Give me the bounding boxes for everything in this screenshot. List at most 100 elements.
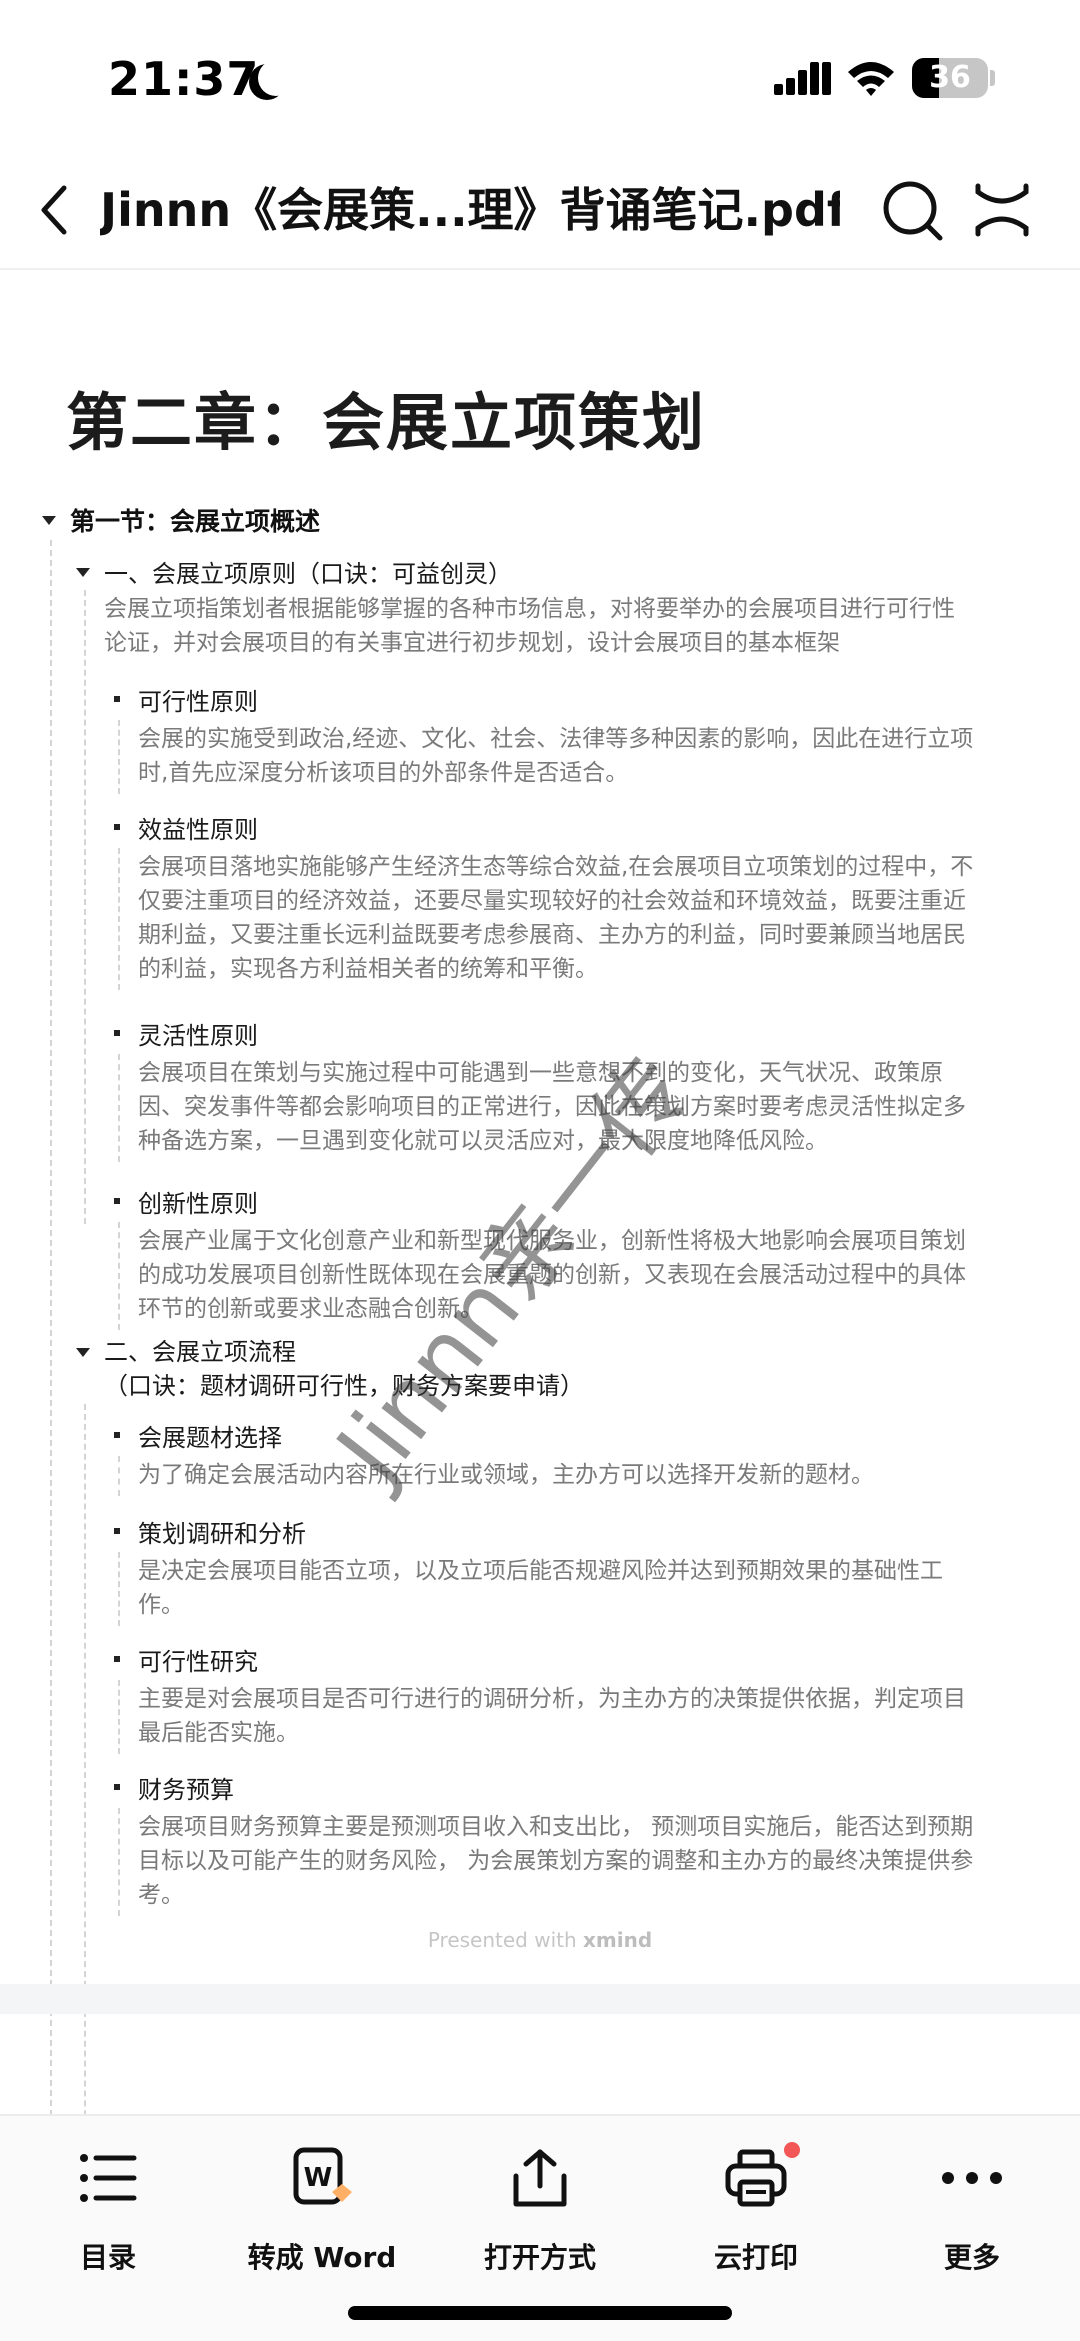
toc-button[interactable]: 目录 (18, 2136, 198, 2286)
topic-body: 会展项目财务预算主要是预测项目收入和支出比， 预测项目实施后，能否达到预期 目标以… (138, 1810, 973, 1912)
nav-bar: Jinnn《会展策...理》背诵笔记.pdf (0, 150, 1080, 270)
cloud-print-button[interactable]: 云打印 (666, 2136, 846, 2286)
desc-line: 论证，并对会展项目的有关事宜进行初步规划，设计会展项目的基本框架 (104, 630, 840, 656)
wifi-icon (848, 62, 894, 96)
bullet-marker (114, 824, 120, 830)
battery-tip (990, 70, 995, 86)
expand-icon[interactable] (972, 180, 1032, 240)
topic-title[interactable]: 可行性研究 (138, 1642, 258, 1677)
topic-body-line: 最后能否实施。 (138, 1720, 299, 1746)
topic-body-line: 会展项目在策划与实施过程中可能遇到一些意想不到的变化，天气状况、政策原 (138, 1060, 943, 1086)
share-icon (513, 2149, 567, 2207)
topic-body-line: 时,首先应深度分析该项目的外部条件是否适合。 (138, 760, 629, 786)
topic-body-line: 种备选方案，一旦遇到变化就可以灵活应对，最大限度地降低风险。 (138, 1128, 828, 1154)
topic-body-line: 作。 (138, 1592, 184, 1618)
bullet-marker (114, 1432, 120, 1438)
topic-body-line: 环节的创新或要求业态融合创新。 (138, 1296, 483, 1322)
tree-guide-line (118, 1222, 120, 1330)
topic-body-line: 目标以及可能产生的财务风险， 为会展策划方案的调整和主办方的最终决策提供参 (138, 1848, 974, 1874)
battery-level: 36 (929, 60, 971, 95)
tree-guide-line (118, 720, 120, 794)
topic-body-line: 为了确定会展活动内容所在行业或领域，主办方可以选择开发新的题材。 (138, 1462, 874, 1488)
tool-label: 转成 Word (247, 2241, 397, 2274)
topic-title[interactable]: 策划调研和分析 (138, 1514, 306, 1549)
topic-title[interactable]: 创新性原则 (138, 1184, 258, 1219)
notification-dot (784, 2142, 800, 2158)
topic-body: 会展的实施受到政治,经迹、文化、社会、法律等多种因素的影响，因此在进行立项 时,首… (138, 722, 973, 790)
bullet-marker (114, 1528, 120, 1534)
topic-body-line: 仅要注重项目的经济效益，还要尽量实现较好的社会效益和环境效益，既要注重近 (138, 888, 966, 914)
topic-body-line: 会展项目财务预算主要是预测项目收入和支出比， 预测项目实施后，能否达到预期 (138, 1814, 974, 1840)
more-button[interactable]: 更多 (882, 2136, 1062, 2286)
more-icon (942, 2172, 1002, 2184)
tree-guide-line (118, 1054, 120, 1162)
tool-label: 更多 (943, 2241, 1000, 2274)
topic-body: 为了确定会展活动内容所在行业或领域，主办方可以选择开发新的题材。 (138, 1458, 874, 1492)
word-convert-icon: W (293, 2147, 352, 2205)
topic-body-line: 因、突发事件等都会影响项目的正常进行，因此在策划方案时要考虑灵活性拟定多 (138, 1094, 966, 1120)
tool-label: 云打印 (713, 2241, 798, 2274)
bullet-marker (114, 1784, 120, 1790)
collapse-triangle-icon[interactable] (42, 516, 56, 525)
subsection-title-line2: （口诀：题材调研可行性，财务方案要申请） (104, 1372, 584, 1400)
list-icon (80, 2154, 137, 2202)
topic-body-line: 会展项目落地实施能够产生经济生态等综合效益,在会展项目立项策划的过程中，不 (138, 854, 974, 880)
desc-line: 会展立项指策划者根据能够掌握的各种市场信息，对将要举办的会展项目进行可行性 (104, 596, 955, 622)
status-bar: 21:37 36 (0, 0, 1080, 150)
page-divider (0, 1984, 1080, 2014)
printer-icon (725, 2149, 787, 2207)
back-icon[interactable] (34, 180, 74, 240)
topic-title[interactable]: 财务预算 (138, 1770, 234, 1805)
collapse-triangle-icon[interactable] (76, 568, 90, 577)
moon-icon (258, 60, 294, 96)
open-with-button[interactable]: 打开方式 (450, 2136, 630, 2286)
tree-guide-line (84, 590, 86, 1224)
topic-body-line: 的成功发展项目创新性既体现在会展重题的创新，又表现在会展活动过程中的具体 (138, 1262, 966, 1288)
topic-title[interactable]: 可行性原则 (138, 682, 258, 717)
topic-body: 会展项目落地实施能够产生经济生态等综合效益,在会展项目立项策划的过程中，不 仅要注… (138, 850, 973, 986)
svg-text:W: W (304, 2163, 333, 2193)
tool-label: 目录 (79, 2241, 136, 2274)
signal-icon (774, 62, 831, 95)
search-icon[interactable] (880, 178, 946, 244)
topic-title[interactable]: 会展题材选择 (138, 1418, 282, 1453)
topic-body-line: 的利益，实现各方利益相关者的统筹和平衡。 (138, 956, 598, 982)
bullet-marker (114, 1656, 120, 1662)
topic-body-line: 主要是对会展项目是否可行进行的调研分析，为主办方的决策提供依据，判定项目 (138, 1686, 966, 1712)
bullet-marker (114, 1198, 120, 1204)
document-page[interactable]: 第二章：会展立项策划 第一节：会展立项概述 一、会展立项原则（口诀：可益创灵） … (0, 272, 1080, 2186)
topic-body-line: 是决定会展项目能否立项，以及立项后能否规避风险并达到预期效果的基础性工 (138, 1558, 943, 1584)
tree-guide-line (118, 1456, 120, 1496)
presented-prefix: Presented with (427, 1928, 584, 1952)
bullet-marker (114, 696, 120, 702)
topic-body-line: 考。 (138, 1882, 184, 1908)
subsection-title: 二、会展立项流程 (104, 1338, 296, 1366)
collapse-triangle-icon[interactable] (76, 1348, 90, 1357)
tree-guide-line (118, 848, 120, 990)
subsection-title: 一、会展立项原则（口诀：可益创灵） (104, 560, 512, 588)
topic-body: 主要是对会展项目是否可行进行的调研分析，为主办方的决策提供依据，判定项目 最后能否… (138, 1682, 966, 1750)
convert-word-button[interactable]: W 转成 Word (232, 2136, 412, 2286)
tree-guide-line (118, 1552, 120, 1626)
home-indicator[interactable] (348, 2306, 732, 2320)
tool-label: 打开方式 (483, 2241, 596, 2274)
topic-title[interactable]: 灵活性原则 (138, 1016, 258, 1051)
topic-body: 会展项目在策划与实施过程中可能遇到一些意想不到的变化，天气状况、政策原 因、突发事… (138, 1056, 966, 1158)
presented-brand: xmind (583, 1928, 653, 1952)
bullet-marker (114, 1030, 120, 1036)
section-title: 第一节：会展立项概述 (70, 507, 321, 536)
topic-body-line: 会展产业属于文化创意产业和新型现代服务业，创新性将极大地影响会展项目策划 (138, 1228, 966, 1254)
topic-title[interactable]: 效益性原则 (138, 810, 258, 845)
status-time: 21:37 (108, 52, 260, 106)
topic-body-line: 会展的实施受到政治,经迹、文化、社会、法律等多种因素的影响，因此在进行立项 (138, 726, 974, 752)
presented-with-xmind: Presented with xmind (0, 1928, 1080, 1952)
tree-guide-line (118, 1808, 120, 1916)
chapter-title: 第二章：会展立项策划 (66, 386, 707, 459)
document-title: Jinnn《会展策...理》背诵笔记.pdf (100, 183, 840, 237)
subsection-desc: 会展立项指策划者根据能够掌握的各种市场信息，对将要举办的会展项目进行可行性 论证… (104, 592, 955, 660)
tree-guide-line (84, 1404, 86, 2186)
battery-icon: 36 (912, 58, 988, 98)
tree-guide-line (118, 1680, 120, 1754)
topic-body-line: 期利益，又要注重长远利益既要考虑参展商、主办方的利益，同时要兼顾当地居民 (138, 922, 966, 948)
topic-body: 是决定会展项目能否立项，以及立项后能否规避风险并达到预期效果的基础性工 作。 (138, 1554, 943, 1622)
